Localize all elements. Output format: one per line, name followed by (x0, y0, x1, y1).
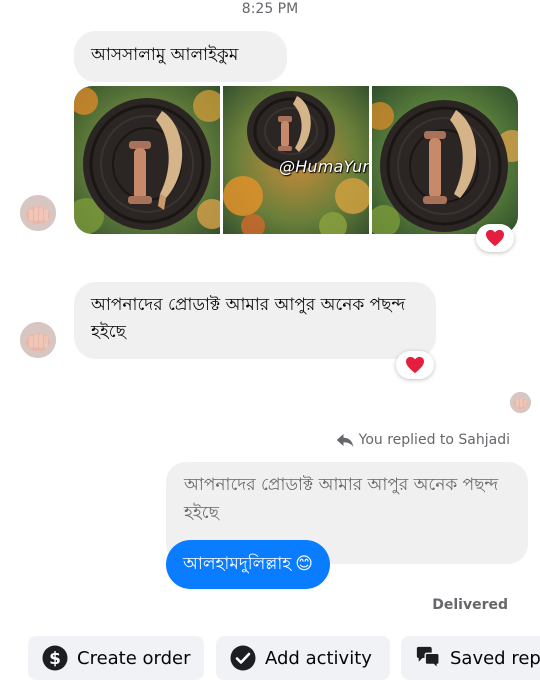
reply-context-note: You replied to Sahjadi (336, 432, 510, 448)
delivery-status: Delivered (432, 597, 508, 613)
reply-arrow-icon (336, 434, 353, 447)
check-circle-icon (230, 645, 256, 671)
photo-attachment-group[interactable]: @HumaYun's Mart (74, 86, 518, 234)
seen-receipt-avatar (510, 392, 531, 413)
saved-replies-label: Saved rep (450, 647, 540, 669)
heart-icon (406, 356, 424, 374)
sender-avatar[interactable] (20, 322, 56, 358)
saved-replies-icon (415, 645, 441, 671)
dollar-icon: $ (42, 645, 68, 671)
saved-replies-button[interactable]: Saved rep (401, 636, 540, 680)
reply-message-text: আলহামদুলিল্লাহ (183, 554, 292, 574)
greeting-text: আসসালামু আলাইকুম (91, 45, 239, 65)
outgoing-message-reply[interactable]: আলহামদুলিল্লাহ 😊 (166, 540, 330, 589)
quoted-message-text: আপনাদের প্রোডাক্ট আমার আপুর অনেক পছন্দ হ… (184, 475, 499, 523)
reply-note-text: You replied to Sahjadi (358, 432, 510, 448)
heart-icon (486, 229, 504, 247)
message-timestamp: 8:25 PM (241, 1, 299, 17)
create-order-button[interactable]: $ Create order (28, 636, 204, 680)
add-activity-button[interactable]: Add activity (216, 636, 390, 680)
product-photo-3[interactable] (372, 86, 518, 234)
product-photo-2[interactable]: @HumaYun's Mart (223, 86, 369, 234)
incoming-message-compliment[interactable]: আপনাদের প্রোডাক্ট আমার আপুর অনেক পছন্দ হ… (74, 282, 436, 359)
add-activity-label: Add activity (265, 647, 372, 669)
message-heart-reaction[interactable] (396, 351, 434, 379)
compliment-text: আপনাদের প্রোডাক্ট আমার আপুর অনেক পছন্দ হ… (91, 295, 406, 342)
incoming-message-greeting[interactable]: আসসালামু আলাইকুম (74, 31, 287, 82)
photo-heart-reaction[interactable] (476, 224, 514, 252)
smiling-emoji-icon: 😊 (295, 554, 313, 574)
product-photo-1[interactable] (74, 86, 220, 234)
sender-avatar[interactable] (20, 195, 56, 231)
create-order-label: Create order (77, 647, 191, 669)
photo-watermark: @HumaYun's Mart (279, 157, 369, 176)
svg-text:$: $ (49, 649, 61, 669)
